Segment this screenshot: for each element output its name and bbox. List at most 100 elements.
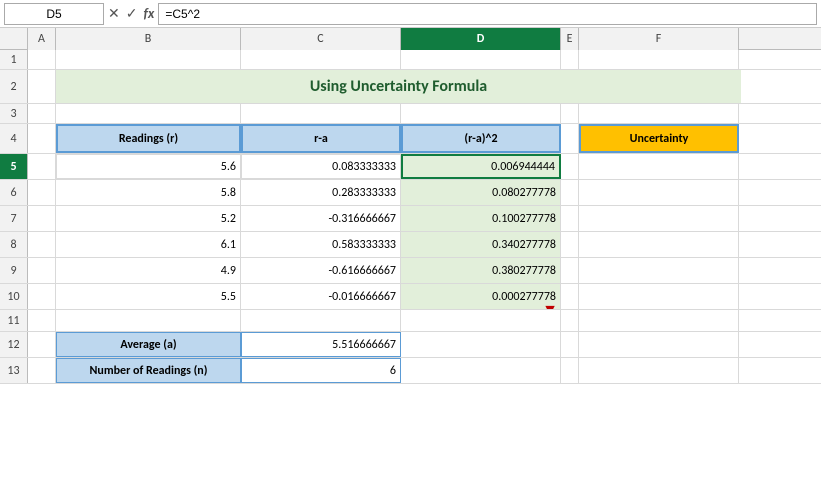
col-header-b[interactable]: B xyxy=(56,28,241,50)
row-2: 2 Using Uncertainty Formula xyxy=(0,70,821,104)
cell-d6[interactable]: 0.080277778 xyxy=(401,180,561,205)
cell-d7[interactable]: 0.100277778 xyxy=(401,206,561,231)
cell-f12[interactable] xyxy=(579,332,739,357)
title-cell: Using Uncertainty Formula xyxy=(56,70,741,103)
val-d7: 0.100277778 xyxy=(492,212,556,226)
cell-f3[interactable] xyxy=(579,104,739,123)
fx-icon[interactable]: fx xyxy=(143,5,154,22)
cell-a9[interactable] xyxy=(28,258,56,283)
cell-c5[interactable]: 0.083333333 xyxy=(241,154,401,179)
cell-a3[interactable] xyxy=(28,104,56,123)
name-box[interactable] xyxy=(4,3,104,25)
cell-d11[interactable] xyxy=(401,310,561,331)
val-d8: 0.340277778 xyxy=(492,238,556,252)
row-4: 4 Readings (r) r-a (r-a)^2 Uncertainty xyxy=(0,124,821,154)
cell-d1[interactable] xyxy=(401,50,561,69)
cell-c9[interactable]: -0.616666667 xyxy=(241,258,401,283)
cell-c13[interactable]: 6 xyxy=(241,358,401,383)
row-num-9: 9 xyxy=(0,258,28,283)
col-header-c[interactable]: C xyxy=(241,28,401,50)
cell-a5[interactable] xyxy=(28,154,56,179)
cell-b4[interactable]: Readings (r) xyxy=(56,124,241,153)
val-b6: 5.8 xyxy=(221,186,236,200)
cell-b3[interactable] xyxy=(56,104,241,123)
cell-b9[interactable]: 4.9 xyxy=(56,258,241,283)
cell-c4[interactable]: r-a xyxy=(241,124,401,153)
cell-a4[interactable] xyxy=(28,124,56,153)
col-header-a[interactable]: A xyxy=(28,28,56,50)
cell-f11[interactable] xyxy=(579,310,739,331)
cell-c10[interactable]: -0.016666667 xyxy=(241,284,401,309)
cell-e12[interactable] xyxy=(561,332,579,357)
cell-a1[interactable] xyxy=(28,50,56,69)
cell-d9[interactable]: 0.380277778 xyxy=(401,258,561,283)
cell-a6[interactable] xyxy=(28,180,56,205)
cell-f9[interactable] xyxy=(579,258,739,283)
row-num-12: 12 xyxy=(0,332,28,357)
cell-d5[interactable]: 0.006944444 xyxy=(401,154,561,179)
cell-f5[interactable] xyxy=(579,154,739,179)
cell-e10[interactable] xyxy=(561,284,579,309)
row-8: 8 6.1 0.583333333 0.340277778 xyxy=(0,232,821,258)
column-headers: A B C D E F xyxy=(0,28,821,50)
cell-e1[interactable] xyxy=(561,50,579,69)
cell-e9[interactable] xyxy=(561,258,579,283)
cell-c6[interactable]: 0.283333333 xyxy=(241,180,401,205)
cell-d4[interactable]: (r-a)^2 xyxy=(401,124,561,153)
cell-b12[interactable]: Average (a) xyxy=(56,332,241,357)
col-header-e[interactable]: E xyxy=(561,28,579,50)
cell-e5[interactable] xyxy=(561,154,579,179)
cell-f13[interactable] xyxy=(579,358,739,383)
val-d9: 0.380277778 xyxy=(492,264,556,278)
cell-f10[interactable] xyxy=(579,284,739,309)
col-header-d[interactable]: D xyxy=(401,28,561,50)
row-10: 10 5.5 -0.016666667 0.000277778 ▼ xyxy=(0,284,821,310)
cell-b8[interactable]: 6.1 xyxy=(56,232,241,257)
cell-c1[interactable] xyxy=(241,50,401,69)
cell-b7[interactable]: 5.2 xyxy=(56,206,241,231)
confirm-icon[interactable]: ✓ xyxy=(126,5,138,22)
cell-f7[interactable] xyxy=(579,206,739,231)
cell-a11[interactable] xyxy=(28,310,56,331)
cell-d10[interactable]: 0.000277778 ▼ xyxy=(401,284,561,309)
row-num-4: 4 xyxy=(0,124,28,153)
cancel-icon[interactable]: ✕ xyxy=(108,5,120,22)
cell-d3[interactable] xyxy=(401,104,561,123)
row-num-1: 1 xyxy=(0,50,28,69)
cell-e8[interactable] xyxy=(561,232,579,257)
cell-c8[interactable]: 0.583333333 xyxy=(241,232,401,257)
cell-f1[interactable] xyxy=(579,50,739,69)
formula-input[interactable] xyxy=(158,3,817,25)
cell-d12[interactable] xyxy=(401,332,561,357)
cell-e6[interactable] xyxy=(561,180,579,205)
cell-f4[interactable]: Uncertainty xyxy=(579,124,739,153)
cell-a7[interactable] xyxy=(28,206,56,231)
cell-c11[interactable] xyxy=(241,310,401,331)
cell-b1[interactable] xyxy=(56,50,241,69)
cell-a2[interactable] xyxy=(28,70,56,103)
cell-e11[interactable] xyxy=(561,310,579,331)
cell-e4[interactable] xyxy=(561,124,579,153)
val-d5: 0.006944444 xyxy=(491,160,555,174)
cell-a8[interactable] xyxy=(28,232,56,257)
cell-b5[interactable]: 5.6 xyxy=(56,154,241,179)
cell-b10[interactable]: 5.5 xyxy=(56,284,241,309)
cell-d13[interactable] xyxy=(401,358,561,383)
cell-a12[interactable] xyxy=(28,332,56,357)
cell-f6[interactable] xyxy=(579,180,739,205)
cell-e3[interactable] xyxy=(561,104,579,123)
cell-b11[interactable] xyxy=(56,310,241,331)
col-header-f[interactable]: F xyxy=(579,28,739,50)
cell-c7[interactable]: -0.316666667 xyxy=(241,206,401,231)
cell-d8[interactable]: 0.340277778 xyxy=(401,232,561,257)
cell-c3[interactable] xyxy=(241,104,401,123)
cell-a13[interactable] xyxy=(28,358,56,383)
cell-b6[interactable]: 5.8 xyxy=(56,180,241,205)
col-f-header: Uncertainty xyxy=(630,132,689,146)
cell-a10[interactable] xyxy=(28,284,56,309)
cell-e13[interactable] xyxy=(561,358,579,383)
cell-b13[interactable]: Number of Readings (n) xyxy=(56,358,241,383)
cell-e7[interactable] xyxy=(561,206,579,231)
cell-f8[interactable] xyxy=(579,232,739,257)
cell-c12[interactable]: 5.516666667 xyxy=(241,332,401,357)
